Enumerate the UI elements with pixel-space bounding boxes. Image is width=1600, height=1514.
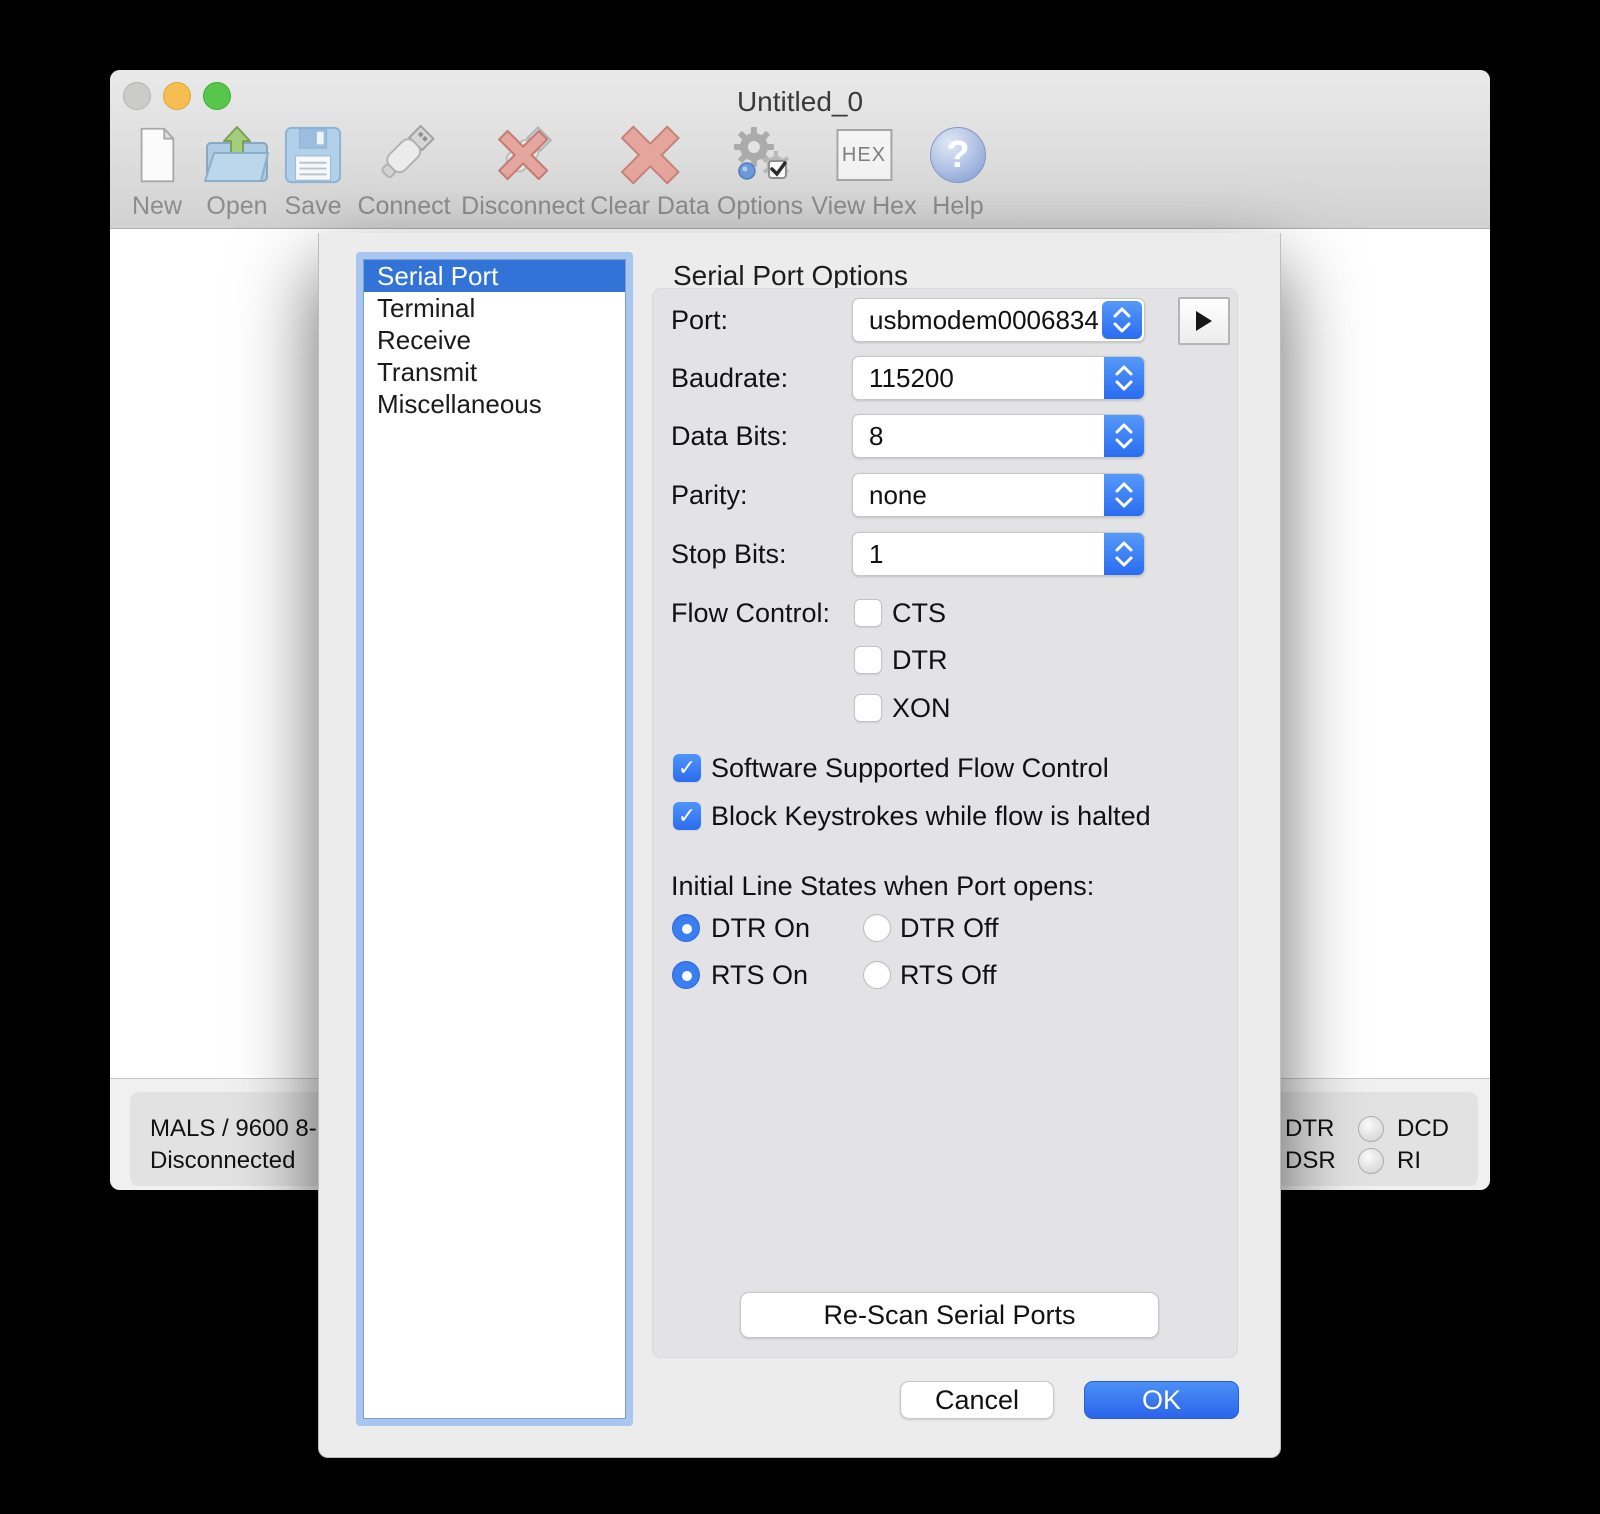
stepper-icon[interactable]	[1104, 533, 1144, 575]
category-list: Serial Port Terminal Receive Transmit Mi…	[363, 259, 626, 1419]
toolbar-label: Disconnect	[461, 192, 585, 220]
options-button[interactable]: Options	[717, 122, 803, 221]
window-title: Untitled_0	[736, 86, 864, 117]
help-question-icon: ?	[930, 122, 986, 188]
initial-line-states-label: Initial Line States when Port opens:	[671, 871, 1095, 901]
stepper-icon[interactable]	[1104, 474, 1144, 516]
baudrate-dropdown[interactable]: 115200	[852, 356, 1145, 400]
help-button[interactable]: ? Help	[930, 122, 986, 221]
dtr-indicator-label: DTR	[1285, 1115, 1335, 1142]
ri-indicator-light	[1358, 1148, 1384, 1174]
toolbar-label: Connect	[357, 192, 451, 220]
xon-checkbox[interactable]	[854, 694, 882, 722]
dtr-checkbox[interactable]	[854, 646, 882, 674]
open-folder-icon	[200, 122, 274, 188]
category-item-miscellaneous[interactable]: Miscellaneous	[364, 388, 625, 420]
save-floppy-icon	[282, 122, 344, 188]
dtr-on-radio[interactable]	[672, 914, 700, 942]
stepper-icon[interactable]	[1102, 301, 1142, 339]
dtr-on-label: DTR On	[711, 913, 811, 943]
cts-label: CTS	[892, 598, 946, 628]
dcd-indicator-light	[1358, 1116, 1384, 1142]
port-label: Port:	[671, 305, 729, 335]
dtr-off-radio[interactable]	[863, 914, 891, 942]
hex-badge-text: HEX	[841, 143, 887, 166]
usb-disconnect-icon	[461, 122, 585, 188]
block-keystrokes-checkbox[interactable]	[673, 802, 701, 830]
serial-port-options-dialog: Serial Port Terminal Receive Transmit Mi…	[318, 233, 1281, 1458]
dcd-indicator-label: DCD	[1397, 1115, 1449, 1142]
rts-off-radio[interactable]	[863, 961, 891, 989]
stop-bits-dropdown[interactable]: 1	[852, 532, 1145, 576]
ok-button[interactable]: OK	[1084, 1381, 1239, 1419]
port-value: usbmodem0006834...	[869, 305, 1100, 335]
dtr-label: DTR	[892, 645, 948, 675]
category-item-receive[interactable]: Receive	[364, 324, 625, 356]
stop-bits-label: Stop Bits:	[671, 539, 787, 569]
open-button[interactable]: Open	[200, 122, 274, 221]
disconnect-button[interactable]: Disconnect	[461, 122, 585, 221]
dsr-indicator-label: DSR	[1285, 1147, 1336, 1174]
options-gears-icon	[717, 122, 803, 188]
toolbar-label: Open	[206, 192, 268, 220]
category-list-focus-ring: Serial Port Terminal Receive Transmit Mi…	[356, 252, 633, 1426]
clear-data-button[interactable]: Clear Data	[590, 122, 710, 221]
toolbar-label: Help	[932, 192, 984, 220]
baudrate-label: Baudrate:	[671, 363, 789, 393]
parity-label: Parity:	[671, 480, 748, 510]
xon-label: XON	[892, 693, 951, 723]
save-button[interactable]: Save	[282, 122, 344, 221]
clear-data-x-icon	[590, 122, 710, 188]
dtr-off-label: DTR Off	[900, 913, 999, 943]
data-bits-value: 8	[869, 421, 884, 451]
connection-state: Disconnected	[150, 1147, 296, 1174]
toolbar-label: View Hex	[811, 192, 917, 220]
connection-summary: MALS / 9600 8-	[150, 1115, 317, 1142]
cts-checkbox[interactable]	[854, 599, 882, 627]
block-keystrokes-label: Block Keystrokes while flow is halted	[711, 801, 1151, 831]
desktop-background: Untitled_0 New Open Save Connect Disconn…	[0, 0, 1600, 1514]
rescan-serial-ports-button[interactable]: Re-Scan Serial Ports	[740, 1292, 1159, 1338]
right-triangle-icon	[1196, 311, 1212, 331]
rts-on-label: RTS On	[711, 960, 809, 990]
rts-off-label: RTS Off	[900, 960, 997, 990]
software-flow-control-checkbox[interactable]	[673, 754, 701, 782]
port-list-button[interactable]	[1178, 297, 1230, 345]
data-bits-label: Data Bits:	[671, 421, 789, 451]
data-bits-dropdown[interactable]: 8	[852, 414, 1145, 458]
rts-on-radio[interactable]	[672, 961, 700, 989]
window-header: Untitled_0 New Open Save Connect Disconn…	[110, 70, 1490, 229]
software-flow-control-label: Software Supported Flow Control	[711, 753, 1109, 783]
toolbar-label: Options	[716, 192, 804, 220]
stepper-icon[interactable]	[1104, 357, 1144, 399]
connect-button[interactable]: Connect	[357, 122, 451, 221]
view-hex-button[interactable]: HEX View Hex	[811, 122, 917, 221]
category-item-terminal[interactable]: Terminal	[364, 292, 625, 324]
baudrate-value: 115200	[869, 363, 954, 393]
toolbar-label: New	[131, 192, 182, 220]
parity-value: none	[869, 480, 927, 510]
ri-indicator-label: RI	[1397, 1147, 1421, 1174]
usb-connect-icon	[357, 122, 450, 188]
cancel-button[interactable]: Cancel	[900, 1381, 1054, 1419]
port-dropdown[interactable]: usbmodem0006834...	[852, 298, 1145, 342]
category-item-transmit[interactable]: Transmit	[364, 356, 625, 388]
hex-badge-icon: HEX	[811, 122, 916, 188]
stepper-icon[interactable]	[1104, 415, 1144, 457]
flow-control-label: Flow Control:	[671, 598, 831, 628]
stop-bits-value: 1	[869, 539, 884, 569]
category-item-serial-port[interactable]: Serial Port	[364, 260, 625, 292]
new-document-icon	[128, 122, 186, 188]
toolbar-label: Clear Data	[590, 192, 710, 220]
new-button[interactable]: New	[128, 122, 186, 221]
parity-dropdown[interactable]: none	[852, 473, 1145, 517]
toolbar-label: Save	[284, 192, 342, 220]
